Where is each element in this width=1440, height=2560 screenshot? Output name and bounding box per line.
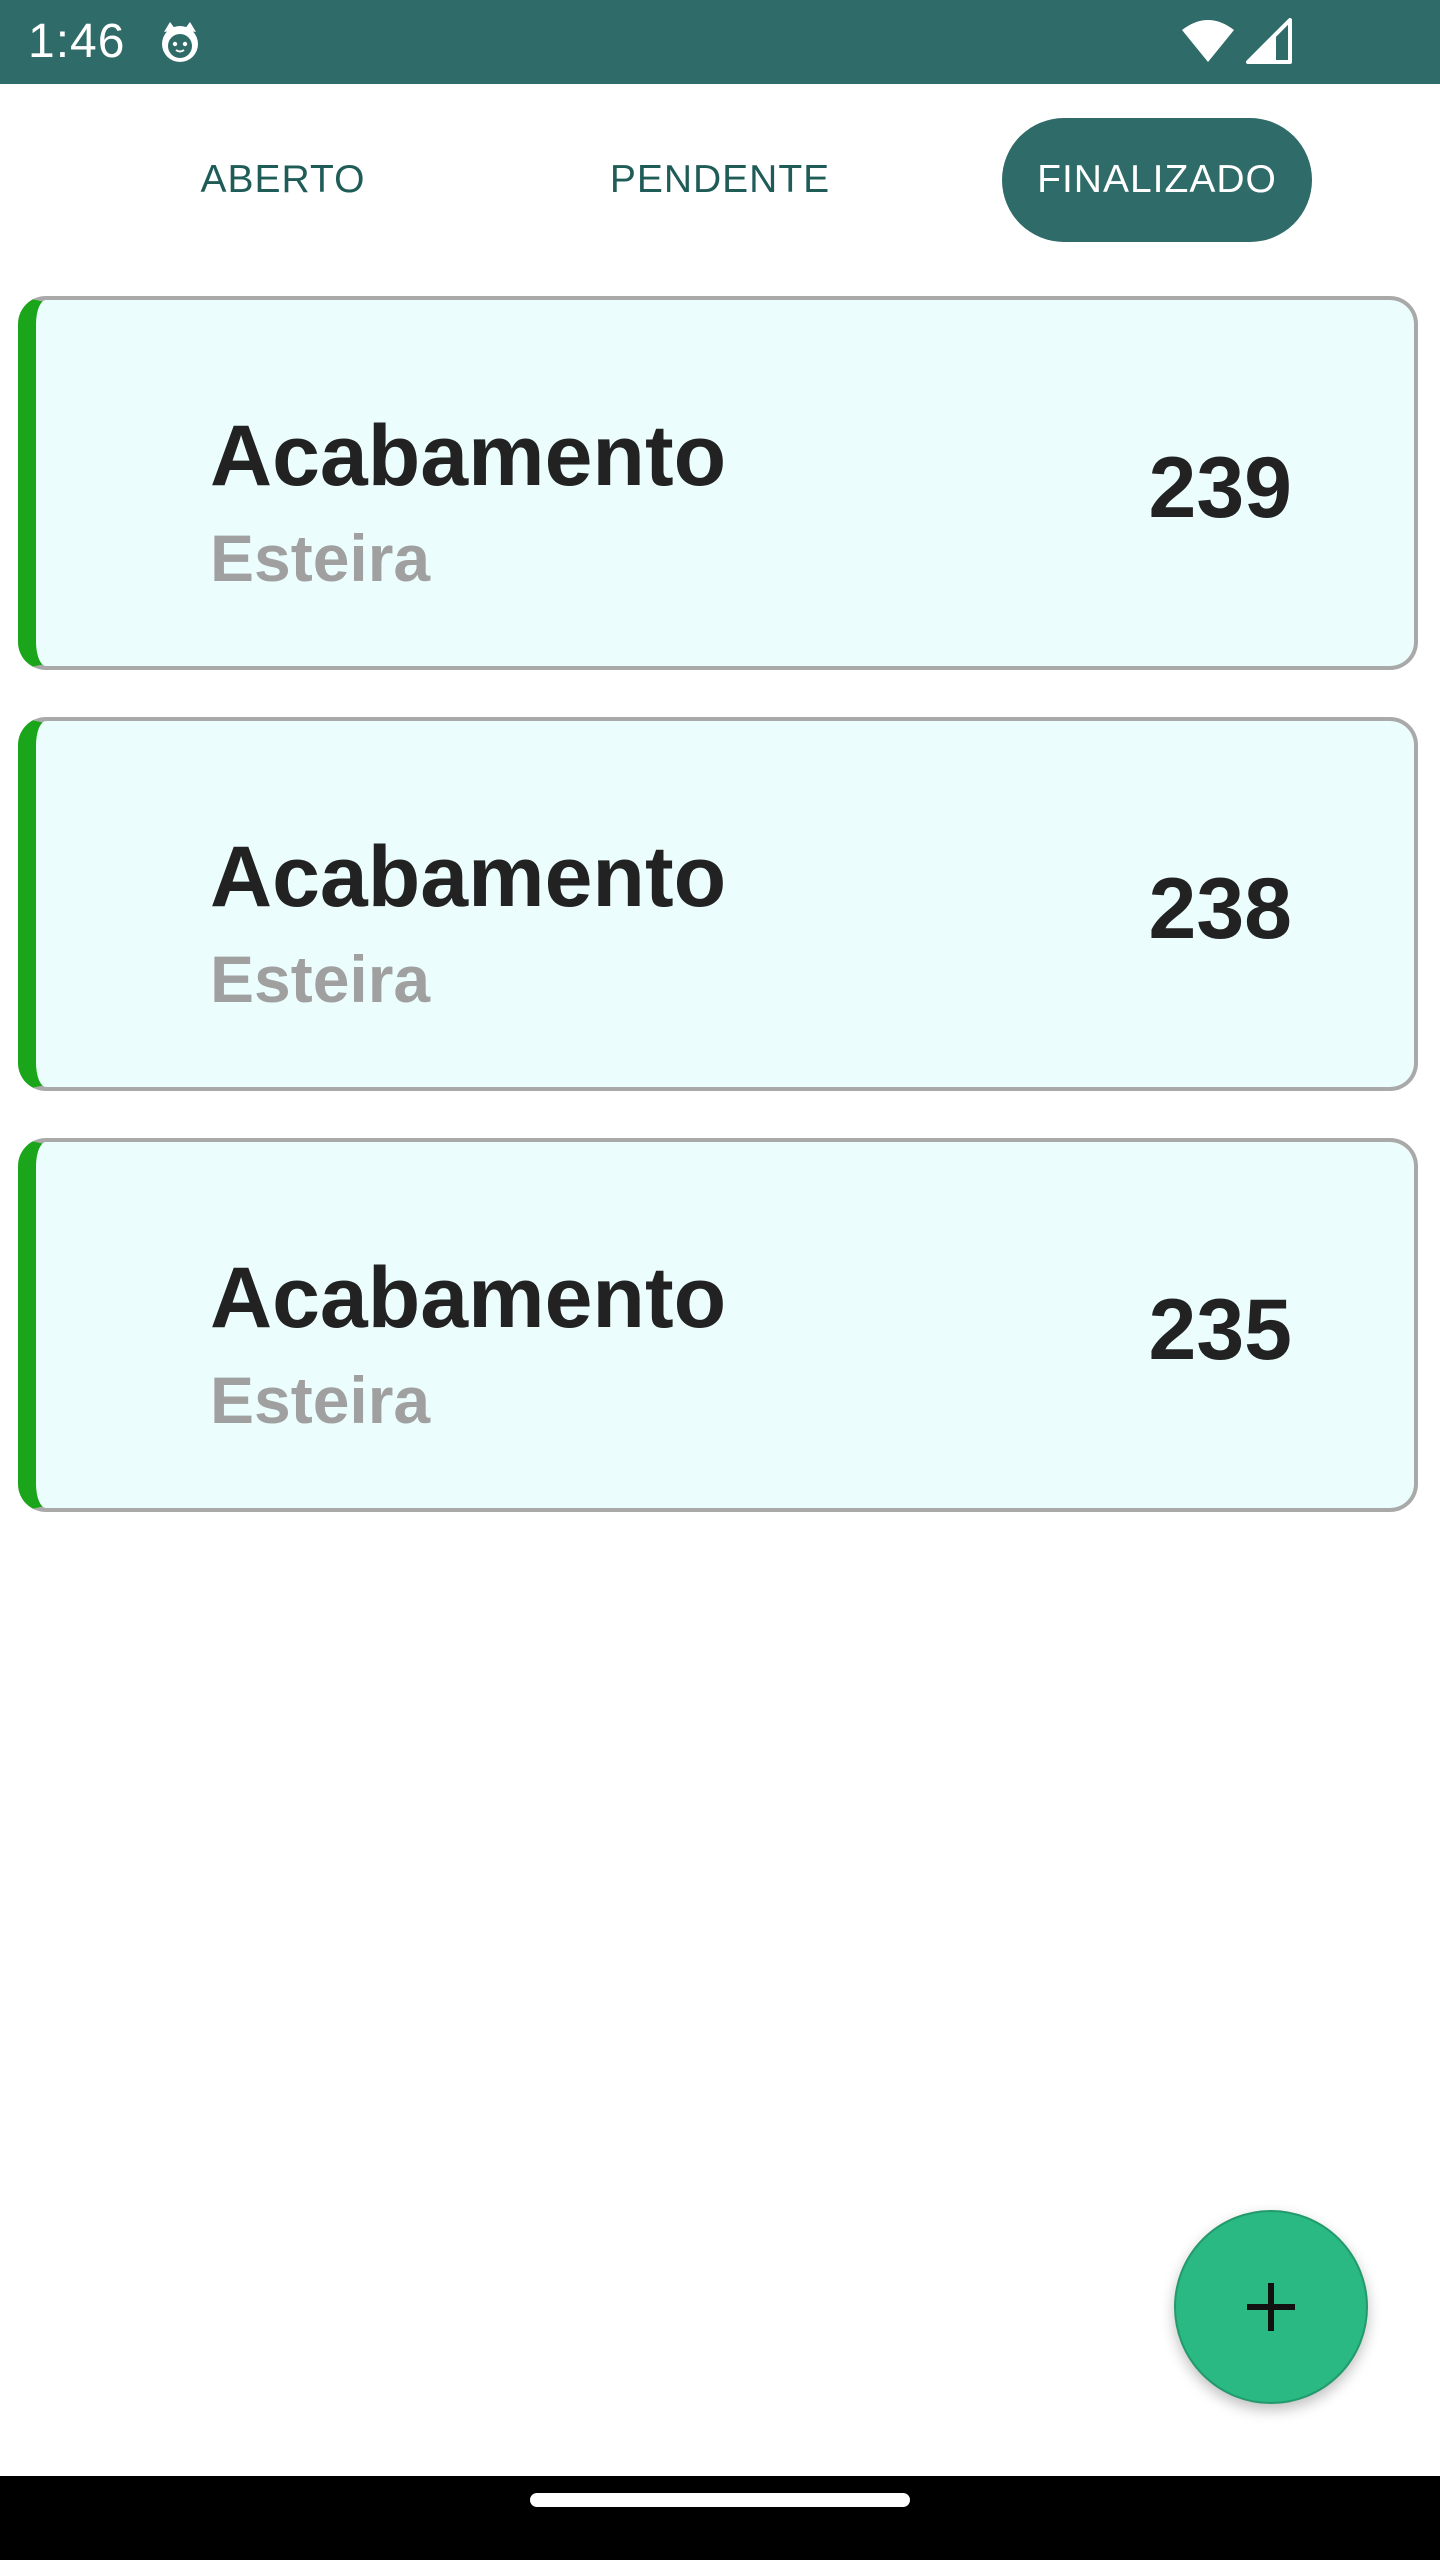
plus-icon xyxy=(1247,2283,1295,2331)
status-bar: 1:46 xyxy=(0,0,1440,84)
item-title: Acabamento xyxy=(210,1250,727,1346)
tab-finalizado[interactable]: FINALIZADO xyxy=(1002,118,1312,242)
status-time: 1:46 xyxy=(28,15,126,68)
item-subtitle: Esteira xyxy=(210,942,431,1016)
item-title: Acabamento xyxy=(210,408,727,504)
app-screen: 1:46 ABERTO PENDENTE FINALIZADO Acabamen… xyxy=(0,0,1440,2560)
item-title: Acabamento xyxy=(210,829,727,925)
cat-notification-icon xyxy=(162,22,198,62)
system-nav-bar xyxy=(0,2476,1440,2560)
item-subtitle: Esteira xyxy=(210,521,431,595)
list-item[interactable]: Acabamento Esteira 239 xyxy=(18,296,1418,670)
item-number: 239 xyxy=(1148,440,1293,536)
list-item[interactable]: Acabamento Esteira 238 xyxy=(18,717,1418,1091)
item-number: 238 xyxy=(1148,861,1293,957)
item-subtitle: Esteira xyxy=(210,1363,431,1437)
signal-icon xyxy=(1246,18,1292,64)
status-tabs: ABERTO PENDENTE FINALIZADO xyxy=(0,84,1440,280)
add-button[interactable] xyxy=(1174,2210,1368,2404)
wifi-icon xyxy=(1182,20,1234,62)
tab-pendente[interactable]: PENDENTE xyxy=(580,118,860,242)
list-item[interactable]: Acabamento Esteira 235 xyxy=(18,1138,1418,1512)
tab-aberto[interactable]: ABERTO xyxy=(148,118,418,242)
item-number: 235 xyxy=(1148,1282,1293,1378)
home-gesture-handle[interactable] xyxy=(530,2493,910,2507)
